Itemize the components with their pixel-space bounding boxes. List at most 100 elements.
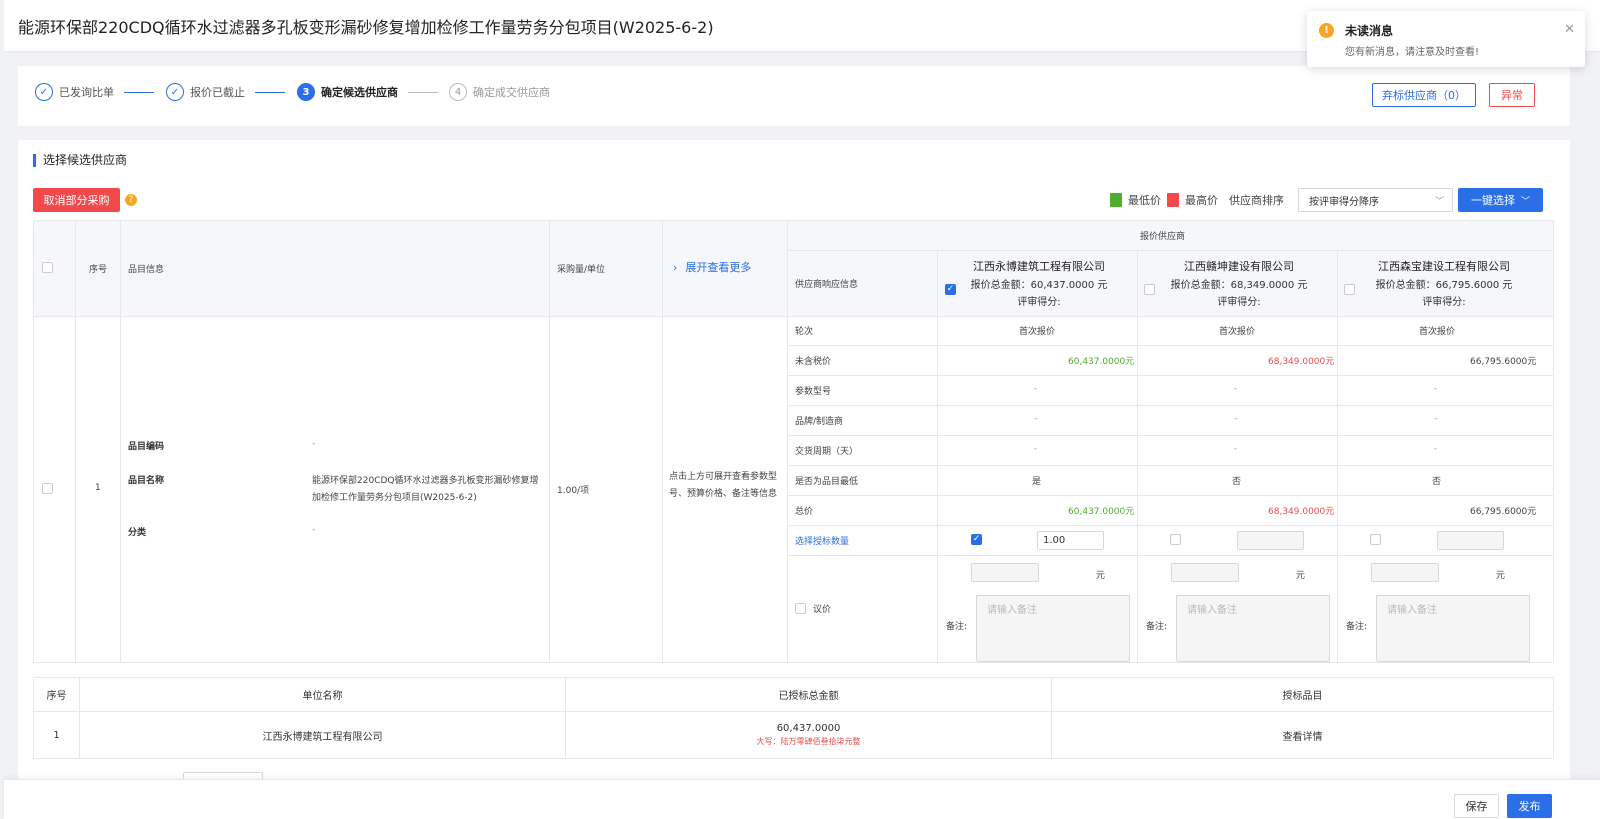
s3-model: - [1434,384,1438,394]
s1-lowest: 是 [1032,477,1042,487]
s3-bargain-input[interactable] [1371,563,1439,582]
row-checkbox[interactable] [42,483,53,494]
award-summary-table: 序号 单位名称 已授标总金额 授标品目 1 江西永博建筑工程有限公司 60,43… [33,677,1554,759]
supplier-total: 报价总金额：60,437.0000 元 [970,280,1108,291]
summary-header-amount: 已授标总金额 [778,691,839,702]
s3-lowest: 否 [1432,477,1442,487]
label-total: 总价 [795,507,814,517]
summary-row-amount: 60,437.0000 大写：陆万零肆佰叁拾柒元整 [566,712,1051,758]
supplier-sort-select[interactable]: 按评审得分降序 ﹀ [1298,188,1453,212]
item-qty: 1.00/项 [557,486,590,496]
summary-header-seq: 序号 [46,691,67,702]
steps-card: ✓ 已发询比单 ✓ 报价已截止 3 确定候选供应商 4 确定成交供应商 弃标供应商（0）… [18,66,1570,126]
s2-award-checkbox[interactable] [1170,534,1181,545]
s3-award-qty-input[interactable] [1437,531,1504,550]
notification-title: 未读消息 [1345,24,1394,38]
s2-total: 68,349.0000元 [1268,507,1335,517]
supplier-name: 江西永博建筑工程有限公司 [973,260,1105,273]
chevron-right-icon: › [673,260,678,274]
s2-award-qty-input[interactable] [1237,531,1304,550]
check-icon: ✓ [166,83,184,101]
s1-total: 60,437.0000元 [1068,507,1135,517]
close-icon[interactable]: ✕ [1564,22,1575,37]
supplier-score: 评审得分: [1017,297,1061,308]
s3-award-checkbox[interactable] [1370,534,1381,545]
s3-yuan: 元 [1496,571,1506,581]
label-is-lowest: 是否为品目最低 [795,477,859,487]
select-all-checkbox[interactable] [42,262,53,273]
s3-remark-textarea[interactable]: 请输入备注 [1376,595,1530,662]
warning-icon: ! [1319,23,1334,38]
header-supplier-group: 报价供应商 [1140,232,1186,242]
step-1: ✓ 已发询比单 [35,83,114,101]
s2-price: 68,349.0000元 [1268,357,1335,367]
s1-bargain-input[interactable] [971,563,1039,582]
check-icon: ✓ [35,83,53,101]
s3-delivery: - [1434,444,1438,454]
s1-award-qty-input[interactable]: 1.00 [1037,531,1104,550]
row-seq: 1 [95,483,101,493]
item-name-value: 能源环保部220CDQ循环水过滤器多孔板变形漏砂修复增加检修工作量劳务分包项目(… [312,476,539,503]
save-button[interactable]: 保存 [1454,794,1499,818]
step-connector [124,92,154,93]
s1-model: - [1034,384,1038,394]
step-connector [408,92,438,93]
s1-remark-textarea[interactable]: 请输入备注 [976,595,1130,662]
footer-bar: 保存 发布 [4,779,1600,819]
s2-lowest: 否 [1232,477,1242,487]
supplier-checkbox-2[interactable] [1144,284,1155,295]
section-title: 选择候选供应商 [33,154,127,167]
supplier-total: 报价总金额：68,349.0000 元 [1170,280,1308,291]
abnormal-button[interactable]: 异常 [1489,83,1535,107]
supplier-total: 报价总金额：66,795.6000 元 [1375,280,1513,291]
supplier-header-3: 江西森宝建设工程有限公司 报价总金额：66,795.6000 元 评审得分: [1344,258,1544,308]
supplier-checkbox-1[interactable]: ✓ [945,284,956,295]
s3-total: 66,795.6000元 [1470,507,1537,517]
summary-row-seq: 1 [53,729,60,741]
item-category-value: - [312,525,316,535]
summary-row-name: 江西永博建筑工程有限公司 [262,731,383,743]
header-response-info: 供应商响应信息 [795,280,859,290]
publish-button[interactable]: 发布 [1507,794,1552,818]
supplier-name: 江西森宝建设工程有限公司 [1378,260,1510,273]
supplier-checkbox-3[interactable] [1344,284,1355,295]
quote-comparison-grid: 序号 品目信息 采购量/单位 › 展开查看更多 报价供应商 供应商响应信息 江西永… [33,220,1554,663]
s1-yuan: 元 [1096,571,1106,581]
chevron-down-icon: ﹀ [1520,196,1530,207]
supplier-header-2: 江西赣坤建设有限公司 报价总金额：68,349.0000 元 评审得分: [1144,258,1334,308]
label-select-award-qty[interactable]: 选择授标数量 [795,534,849,547]
s2-remark-textarea[interactable]: 请输入备注 [1176,595,1330,662]
s3-price: 66,795.6000元 [1470,357,1537,367]
step-3: 3 确定候选供应商 [297,83,398,101]
label-round: 轮次 [795,327,814,337]
label-model: 参数型号 [795,387,832,397]
label-brand: 品牌/制造商 [795,417,844,427]
step-connector [255,92,285,93]
view-details-link[interactable]: 查看详情 [1052,712,1553,758]
s2-delivery: - [1234,444,1238,454]
supplier-score: 评审得分: [1217,297,1261,308]
s1-delivery: - [1034,444,1038,454]
bargain-checkbox[interactable]: 议价 [795,602,831,615]
help-icon[interactable]: ? [125,194,137,206]
s1-price: 60,437.0000元 [1068,357,1135,367]
abandon-supplier-button[interactable]: 弃标供应商（0） [1372,83,1476,107]
s1-award-checkbox[interactable]: ✓ [971,534,982,545]
cancel-partial-purchase-button[interactable]: 取消部分采购 [33,188,120,212]
s2-model: - [1234,384,1238,394]
s1-remark-label: 备注: [946,622,968,632]
header-qty-unit: 采购量/单位 [557,265,606,275]
expand-more-link[interactable]: › 展开查看更多 [673,259,751,275]
s2-brand: - [1234,414,1238,424]
one-click-select-button[interactable]: 一键选择 ﹀ [1458,188,1543,212]
s1-brand: - [1034,414,1038,424]
awarded-amount: 60,437.0000 [776,723,841,734]
supplier-score: 评审得分: [1422,297,1466,308]
s2-bargain-input[interactable] [1171,563,1239,582]
step-4: 4 确定成交供应商 [449,83,550,101]
page-title: 能源环保部220CDQ循环水过滤器多孔板变形漏砂修复增加检修工作量劳务分包项目(… [18,18,714,37]
legend-highest: 最高价 [1167,192,1218,208]
legend-lowest: 最低价 [1110,192,1161,208]
item-code-value: - [312,439,316,449]
supplier-selection-card: 选择候选供应商 取消部分采购 ? 最低价 最高价 供应商排序 按评审得分降序 ﹀ … [18,140,1570,819]
